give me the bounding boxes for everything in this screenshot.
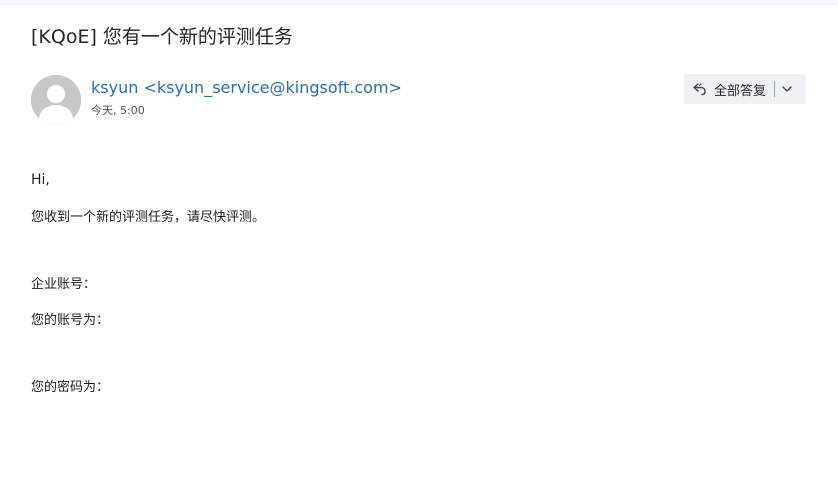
company-account-label: 企业账号： xyxy=(31,277,97,292)
email-date: 今天, 5:00 xyxy=(91,104,145,117)
sender-avatar xyxy=(31,75,81,125)
reply-all-icon xyxy=(692,81,708,97)
body-greeting: Hi, xyxy=(31,172,50,188)
reply-options-dropdown[interactable] xyxy=(775,74,799,104)
account-label: 您的账号为： xyxy=(31,313,110,328)
person-icon xyxy=(31,75,81,125)
reply-all-button[interactable]: 全部答复 xyxy=(684,74,774,104)
reply-all-control: 全部答复 xyxy=(684,74,806,104)
chevron-down-icon xyxy=(782,86,792,92)
body-intro: 您收到一个新的评测任务，请尽快评测。 xyxy=(31,210,266,225)
top-toolbar-strip xyxy=(0,0,838,5)
email-subject: [KQoE] 您有一个新的评测任务 xyxy=(31,26,293,48)
password-label: 您的密码为： xyxy=(31,380,110,395)
sender-address[interactable]: ksyun <ksyun_service@kingsoft.com> xyxy=(91,78,402,97)
reply-all-label: 全部答复 xyxy=(714,83,767,99)
